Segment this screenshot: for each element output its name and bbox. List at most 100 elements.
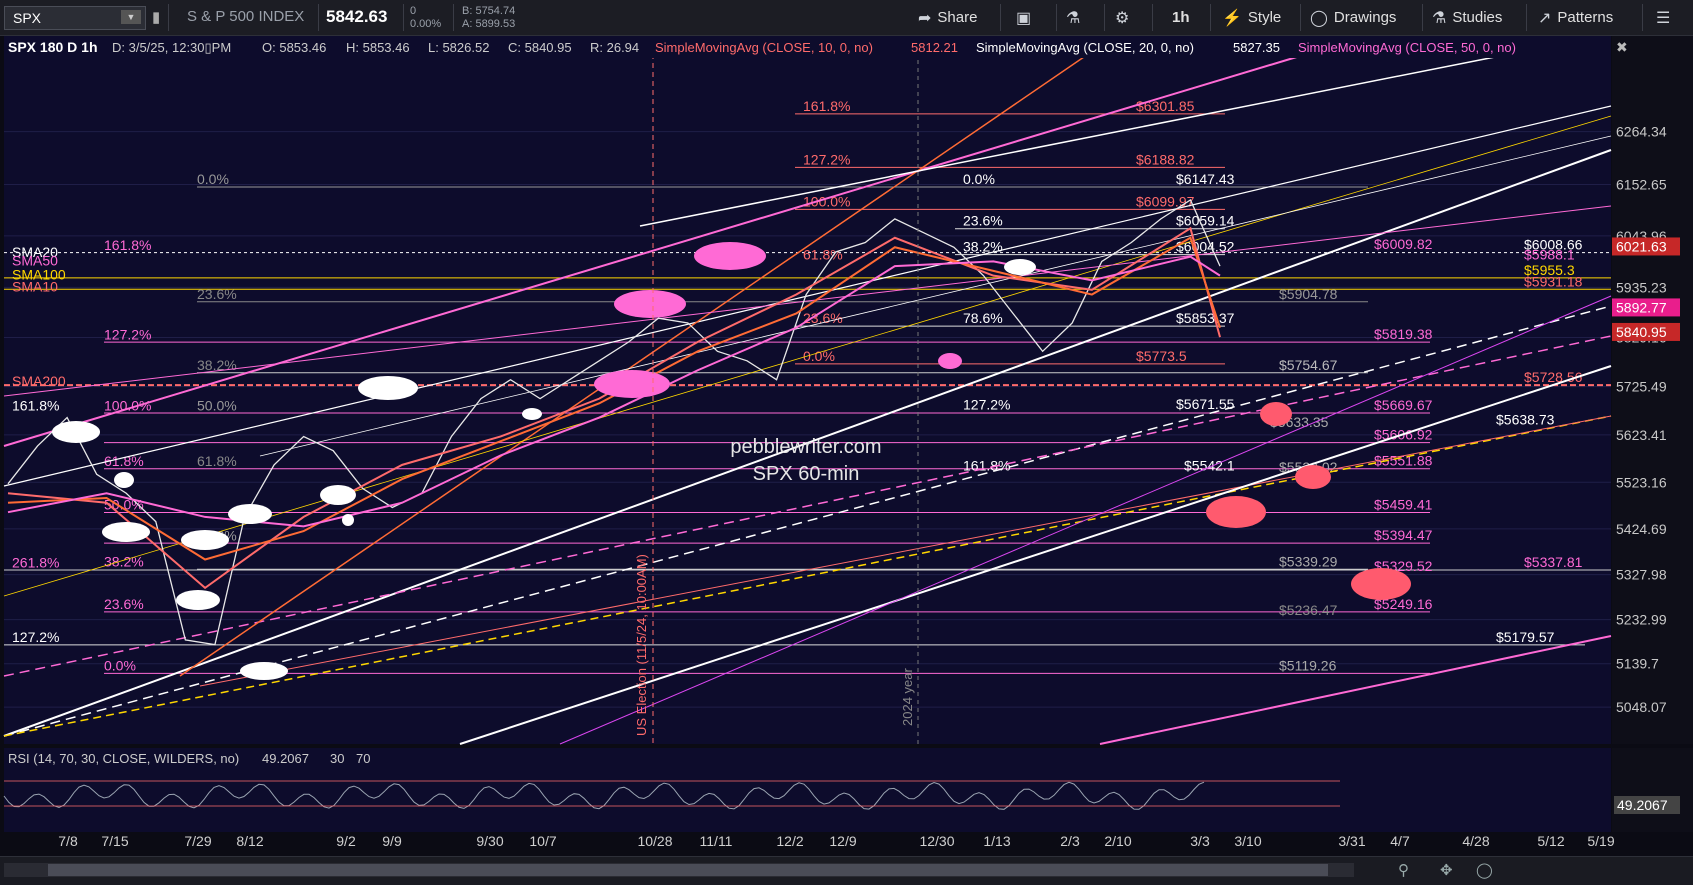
chart-background: [4, 36, 1611, 744]
x-tick-label: 5/19: [1587, 833, 1614, 849]
flask-button[interactable]: ⚗: [1066, 0, 1080, 35]
x-tick-label: 4/7: [1390, 833, 1410, 849]
last-price: 5842.63: [326, 7, 388, 26]
drawings-label: Drawings: [1333, 9, 1397, 26]
patterns-button[interactable]: ↗ Patterns: [1538, 0, 1613, 35]
x-tick-label: 11/11: [700, 833, 733, 849]
fib-pct-label: 127.2%: [803, 151, 850, 167]
fib-price-label: $5754.67: [1279, 357, 1338, 373]
settings-button[interactable]: ⚙: [1115, 0, 1129, 35]
link-icon[interactable]: ▮: [152, 8, 160, 26]
fib-pct-label: 127.2%: [104, 326, 151, 342]
symbol-selector[interactable]: SPX ▼: [4, 6, 146, 30]
election-label: US Election (11/5/24, 10:00AM): [634, 554, 649, 736]
scroll-thumb[interactable]: [48, 864, 1328, 876]
sma20-label[interactable]: SimpleMovingAvg (CLOSE, 20, 0, no): [976, 40, 1194, 55]
fib-pct-label: 0.0%: [197, 171, 229, 187]
x-tick-label: 7/29: [184, 833, 211, 849]
fib-pct-label: 61.8%: [197, 453, 237, 469]
fib-pct-label: 23.6%: [963, 213, 1003, 229]
y-tick-label: 5523.16: [1616, 474, 1667, 490]
fib-price-label: $5669.67: [1374, 397, 1433, 413]
sma50-label[interactable]: SimpleMovingAvg (CLOSE, 50, 0, no): [1298, 40, 1516, 55]
x-tick-label: 10/7: [529, 833, 556, 849]
annotation-ellipse: [240, 662, 288, 680]
rsi-upper: 70: [356, 751, 370, 766]
annotation-ellipse: [614, 290, 686, 318]
drawings-button[interactable]: ◯ Drawings: [1310, 0, 1396, 35]
menu-button[interactable]: ☰: [1656, 0, 1670, 35]
zoom-icon[interactable]: ⚲: [1398, 861, 1409, 879]
rsi-panel: RSI (14, 70, 30, CLOSE, WILDERS, no) 49.…: [3, 748, 1693, 832]
fib-price-label: $5179.57: [1496, 629, 1555, 645]
horizontal-scrollbar[interactable]: [4, 863, 1354, 877]
rsi-background: [4, 748, 1611, 832]
y-tick-label: 5935.23: [1616, 279, 1667, 295]
x-tick-label: 2/3: [1060, 833, 1080, 849]
study-title: SPX 180 D 1h: [8, 39, 98, 55]
fib-pct-label: 261.8%: [12, 554, 59, 570]
fib-pct-label: 50.0%: [197, 397, 237, 413]
gear-icon: ⚙: [1115, 9, 1130, 27]
price-change-pct: 0.00%: [410, 18, 442, 30]
fib-price-label: $6301.85: [1136, 98, 1195, 114]
pan-icon[interactable]: ✥: [1440, 861, 1453, 879]
fib-price-label: $5394.47: [1374, 527, 1433, 543]
annotation-ellipse: [320, 485, 356, 505]
annotation-ellipse: [114, 472, 134, 488]
camera-icon: ▣: [1016, 9, 1032, 27]
price-chart[interactable]: $6301.85$6188.82$6147.43$6099.97$6059.14…: [0, 36, 1693, 856]
share-button[interactable]: ➦ Share: [918, 0, 977, 35]
y-tick-label: 6152.65: [1616, 176, 1667, 192]
year-label: 2024 year: [900, 668, 915, 726]
fib-pct-label: 161.8%: [104, 237, 151, 253]
fib-pct-label: 161.8%: [803, 98, 850, 114]
fib-price-label: $5773.5: [1136, 348, 1187, 364]
close-chart-icon[interactable]: ✖: [1616, 39, 1628, 55]
study-date: D: 3/5/25, 12:30▯PM: [112, 40, 231, 55]
rsi-label[interactable]: RSI (14, 70, 30, CLOSE, WILDERS, no): [8, 751, 239, 766]
x-tick-label: 3/10: [1234, 833, 1261, 849]
fib-price-label: $5904.78: [1279, 286, 1338, 302]
annotation-ellipse: [1260, 402, 1292, 426]
studies-button[interactable]: ⚗ Studies: [1432, 0, 1502, 35]
chevron-down-icon[interactable]: ▼: [121, 10, 141, 24]
annotation-ellipse: [1295, 465, 1331, 489]
annotation-ellipse: [228, 504, 272, 524]
fib-pct-label: 61.8%: [803, 246, 843, 262]
fib-price-label: $5119.26: [1279, 657, 1337, 673]
x-tick-label: 9/9: [382, 833, 402, 849]
fib-price-label: $5988.1: [1524, 246, 1575, 262]
fib-pct-label: 23.6%: [104, 596, 144, 612]
style-button[interactable]: ⚡ Style: [1222, 0, 1281, 35]
interval-label: 1h: [1172, 9, 1190, 26]
fib-price-label: $6059.14: [1176, 213, 1235, 229]
y-tick-label: 5048.07: [1616, 699, 1667, 715]
rsi-value: 49.2067: [262, 751, 309, 766]
fib-price-label: $5236.47: [1279, 602, 1338, 618]
chart-subtitle: SPX 60-min: [753, 463, 860, 485]
interval-button[interactable]: 1h: [1172, 0, 1190, 35]
fib-price-label: $6147.43: [1176, 171, 1235, 187]
reset-icon[interactable]: ◯: [1476, 861, 1493, 879]
fib-pct-label: 78.6%: [963, 310, 1003, 326]
x-tick-label: 10/28: [637, 833, 672, 849]
fib-price-label: $5819.38: [1374, 326, 1433, 342]
sma10-label[interactable]: SimpleMovingAvg (CLOSE, 10, 0, no): [655, 40, 873, 55]
ellipse-icon: ◯: [1310, 9, 1328, 27]
annotation-ellipse: [1004, 259, 1036, 275]
fib-pct-label: 23.6%: [803, 310, 843, 326]
annotation-ellipse: [1206, 496, 1266, 528]
sma-label: SMA200: [12, 373, 66, 389]
flask-icon: ⚗: [1066, 9, 1081, 27]
y-tick-label: 5725.49: [1616, 379, 1667, 395]
snapshot-button[interactable]: ▣: [1016, 0, 1031, 35]
pattern-icon: ↗: [1538, 9, 1552, 27]
bid-price: B: 5754.74: [462, 5, 516, 17]
fib-price-label: $5638.73: [1496, 412, 1555, 428]
flask-icon: ⚗: [1432, 9, 1447, 27]
chart-title: pebblewriter.com: [730, 436, 881, 458]
x-tick-label: 5/12: [1537, 833, 1564, 849]
x-tick-label: 8/12: [236, 833, 263, 849]
fib-pct-label: 0.0%: [104, 658, 136, 674]
